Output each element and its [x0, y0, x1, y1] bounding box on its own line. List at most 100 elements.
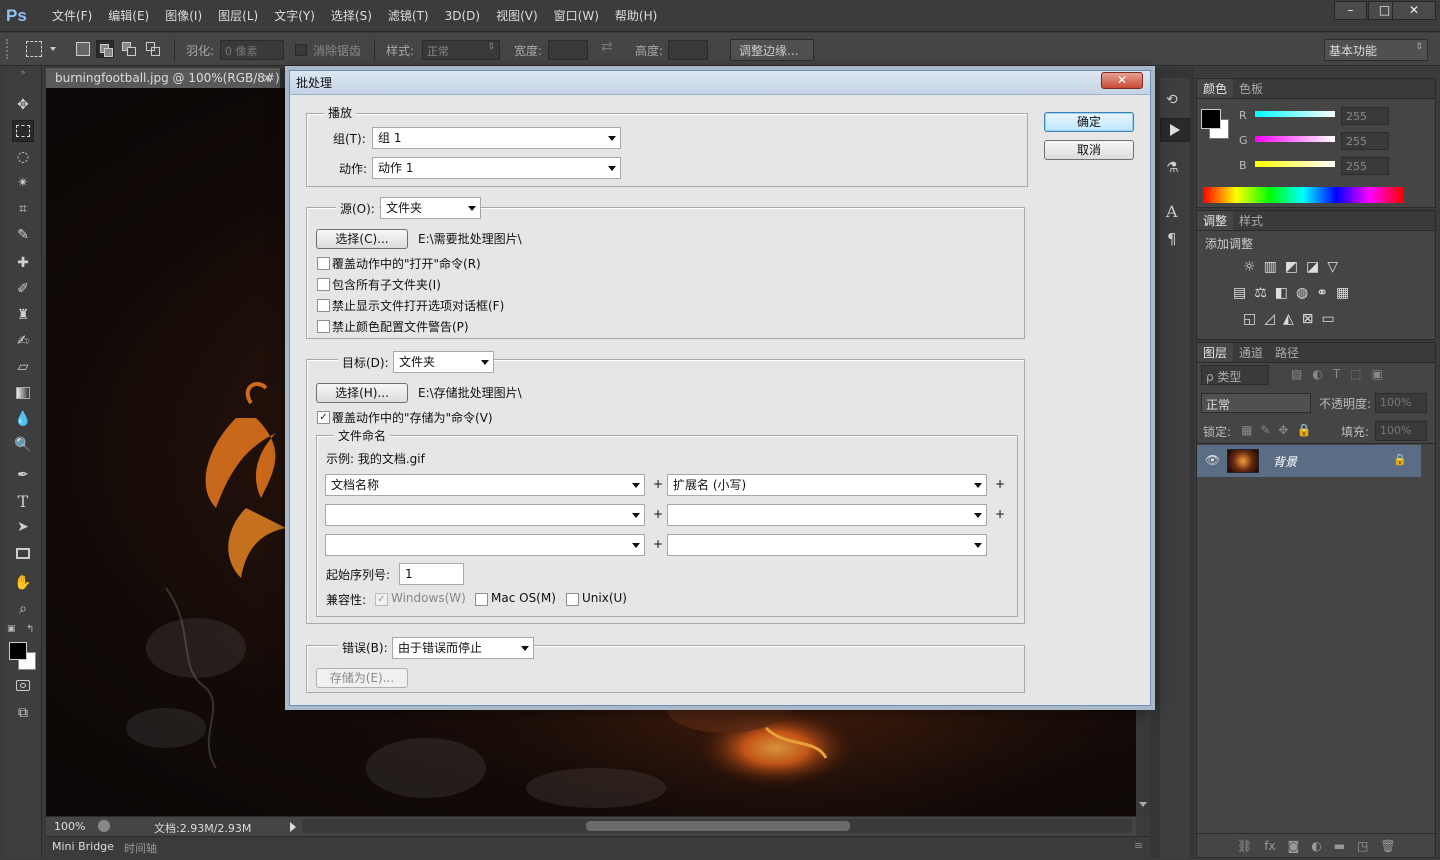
- document-tab[interactable]: burningfootball.jpg @ 100%(RGB/8#) ×: [46, 68, 280, 88]
- menu-layer[interactable]: 图层(L): [210, 0, 266, 32]
- brightness-icon[interactable]: ☼: [1243, 259, 1256, 275]
- hand-tool-icon[interactable]: ✋: [12, 572, 34, 594]
- levels-icon[interactable]: ▥: [1264, 259, 1277, 275]
- channel-r-input[interactable]: 255: [1341, 107, 1389, 125]
- ok-button[interactable]: 确定: [1044, 112, 1134, 132]
- lasso-tool-icon[interactable]: ◌: [12, 146, 34, 168]
- filter-type-icon[interactable]: T: [1333, 367, 1340, 381]
- compat-windows-checkbox[interactable]: ✓: [375, 593, 388, 606]
- dialog-title-bar[interactable]: 批处理: [290, 71, 1150, 95]
- dialog-close-button[interactable]: ✕: [1101, 72, 1143, 89]
- gradient-tool-icon[interactable]: [12, 382, 34, 404]
- compat-unix-label[interactable]: Unix(U): [582, 591, 627, 605]
- include-subfolders-label[interactable]: 包含所有子文件夹(I): [332, 276, 441, 293]
- layer-name[interactable]: 背景: [1273, 453, 1297, 470]
- clone-stamp-tool-icon[interactable]: ♜: [12, 304, 34, 326]
- new-layer-icon[interactable]: ◳: [1357, 839, 1368, 853]
- channel-r-slider[interactable]: [1255, 111, 1335, 117]
- adjustment-layer-icon[interactable]: ◐: [1311, 839, 1321, 853]
- suppress-open-options-checkbox[interactable]: [317, 299, 330, 312]
- pen-tool-icon[interactable]: ✒: [12, 464, 34, 486]
- suppress-profile-warnings-label[interactable]: 禁止颜色配置文件警告(P): [332, 318, 469, 335]
- eye-icon[interactable]: 👁: [1205, 453, 1220, 467]
- workspace-select[interactable]: 基本功能 ⇕: [1324, 39, 1428, 61]
- intersect-selection-icon[interactable]: [146, 42, 160, 56]
- width-input[interactable]: [548, 40, 588, 60]
- layer-row[interactable]: 👁 背景 🔒: [1197, 445, 1421, 477]
- collapse-icon[interactable]: »: [12, 68, 34, 78]
- set-select[interactable]: 组 1: [372, 127, 621, 149]
- lock-transparent-icon[interactable]: ▦: [1241, 423, 1252, 437]
- filter-smart-icon[interactable]: ▣: [1372, 367, 1383, 381]
- filter-adjustment-icon[interactable]: ◐: [1312, 367, 1322, 381]
- tab-mini-bridge[interactable]: Mini Bridge: [52, 840, 114, 853]
- source-choose-button[interactable]: 选择(C)...: [316, 229, 408, 249]
- opacity-input[interactable]: 100%: [1375, 393, 1427, 413]
- blend-mode-select[interactable]: 正常: [1201, 393, 1311, 413]
- eyedropper-tool-icon[interactable]: ✎: [12, 224, 34, 246]
- channel-b-input[interactable]: 255: [1341, 157, 1389, 175]
- menu-image[interactable]: 图像(I): [157, 0, 210, 32]
- height-input[interactable]: [668, 40, 708, 60]
- menu-3d[interactable]: 3D(D): [437, 0, 488, 32]
- rectangle-tool-icon[interactable]: [12, 542, 34, 564]
- cancel-button[interactable]: 取消: [1044, 140, 1134, 160]
- naming-field-2b[interactable]: [667, 504, 987, 526]
- chevron-down-icon[interactable]: [50, 47, 56, 51]
- status-arrow-icon[interactable]: [290, 822, 296, 832]
- suppress-profile-warnings-checkbox[interactable]: [317, 320, 330, 333]
- compat-macos-label[interactable]: Mac OS(M): [491, 591, 556, 605]
- fill-input[interactable]: 100%: [1375, 421, 1427, 441]
- menu-help[interactable]: 帮助(H): [607, 0, 665, 32]
- destination-choose-button[interactable]: 选择(H)...: [316, 383, 408, 403]
- swap-colors-icon[interactable]: ↰: [26, 624, 34, 635]
- errors-select[interactable]: 由于错误而停止: [392, 637, 534, 659]
- menu-window[interactable]: 窗口(W): [546, 0, 607, 32]
- override-save-label[interactable]: 覆盖动作中的"存储为"命令(V): [332, 409, 493, 426]
- tool-presets-icon[interactable]: ⚗: [1166, 160, 1179, 176]
- filter-shape-icon[interactable]: ⬚: [1350, 367, 1361, 381]
- paragraph-icon[interactable]: ¶: [1167, 230, 1177, 248]
- filter-pixel-icon[interactable]: ▨: [1291, 367, 1302, 381]
- layer-mask-icon[interactable]: ◙: [1288, 839, 1300, 853]
- close-tab-icon[interactable]: ×: [262, 68, 272, 88]
- path-selection-tool-icon[interactable]: ➤: [12, 516, 34, 538]
- crop-tool-icon[interactable]: ⌗: [12, 198, 34, 220]
- compat-unix-checkbox[interactable]: [566, 593, 579, 606]
- marquee-tool-preset-icon[interactable]: [26, 41, 42, 57]
- start-serial-input[interactable]: 1: [399, 563, 464, 585]
- tab-paths[interactable]: 路径: [1269, 343, 1305, 362]
- color-lookup-icon[interactable]: ▦: [1336, 285, 1349, 301]
- zoom-level[interactable]: 100%: [54, 820, 85, 833]
- antialias-checkbox[interactable]: [295, 44, 307, 56]
- close-button[interactable]: ✕: [1392, 1, 1436, 20]
- menu-edit[interactable]: 编辑(E): [100, 0, 157, 32]
- layer-filter-select[interactable]: ρ 类型: [1201, 365, 1269, 385]
- lock-pixels-icon[interactable]: ✎: [1260, 423, 1270, 437]
- move-tool-icon[interactable]: ✥: [12, 94, 34, 116]
- photo-filter-icon[interactable]: ◍: [1296, 285, 1308, 301]
- default-colors-icon[interactable]: ▣: [7, 624, 16, 634]
- menu-select[interactable]: 选择(S): [323, 0, 380, 32]
- delete-layer-icon[interactable]: 🗑: [1380, 839, 1395, 853]
- rect-marquee-tool-icon[interactable]: [12, 120, 34, 142]
- tab-layers[interactable]: 图层: [1197, 343, 1234, 362]
- suppress-open-options-label[interactable]: 禁止显示文件打开选项对话框(F): [332, 297, 504, 314]
- tab-color[interactable]: 颜色: [1197, 79, 1234, 98]
- dodge-tool-icon[interactable]: 🔍: [12, 434, 34, 456]
- scroll-thumb[interactable]: [586, 821, 850, 831]
- selective-color-icon[interactable]: ⊠: [1302, 311, 1314, 327]
- lock-all-icon[interactable]: 🔒: [1296, 423, 1311, 437]
- character-icon[interactable]: A: [1166, 202, 1178, 221]
- healing-brush-tool-icon[interactable]: ✚: [12, 252, 34, 274]
- naming-field-3b[interactable]: [667, 534, 987, 556]
- destination-select[interactable]: 文件夹: [393, 351, 494, 373]
- posterize-icon[interactable]: ◿: [1264, 311, 1275, 327]
- quick-mask-icon[interactable]: [12, 674, 34, 696]
- history-brush-tool-icon[interactable]: ✍: [12, 330, 34, 352]
- tab-adjustments[interactable]: 调整: [1197, 211, 1234, 230]
- swap-icon[interactable]: ⇄: [601, 39, 613, 55]
- subtract-selection-icon[interactable]: [122, 42, 136, 56]
- override-open-checkbox[interactable]: [317, 257, 330, 270]
- link-layers-icon[interactable]: ⛓: [1237, 839, 1252, 853]
